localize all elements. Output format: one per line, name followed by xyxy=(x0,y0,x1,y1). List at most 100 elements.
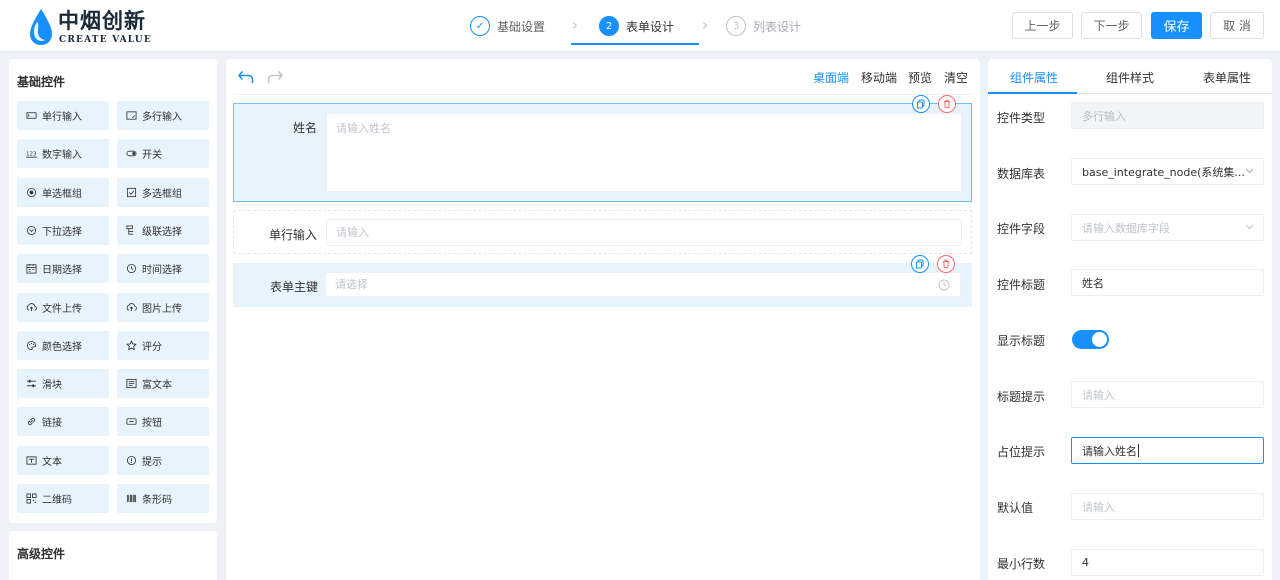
single-line-input[interactable]: 请输入 xyxy=(326,219,962,246)
title-hint-input[interactable]: 请输入 xyxy=(1071,381,1264,408)
svg-text:123: 123 xyxy=(26,152,37,158)
step-check-icon: ✓ xyxy=(470,16,490,36)
palette-item[interactable]: 级联选择 xyxy=(117,215,209,245)
palette-item[interactable]: 二维码 xyxy=(17,484,109,513)
show-title-switch[interactable] xyxy=(1072,330,1109,349)
palette-item[interactable]: 提示 xyxy=(117,445,209,475)
default-value-input[interactable]: 请输入 xyxy=(1071,493,1264,520)
palette-item[interactable]: 开关 xyxy=(117,139,209,169)
palette-item[interactable]: 单行输入 xyxy=(17,101,109,130)
step-label: 列表设计 xyxy=(753,19,802,34)
palette-item-label: 多选框组 xyxy=(142,188,182,200)
palette-item-label: 链接 xyxy=(42,418,62,430)
name-textarea[interactable]: 请输入姓名 xyxy=(326,113,962,192)
palette-item-label: 下拉选择 xyxy=(42,226,82,238)
primary-key-select[interactable]: 请选择 xyxy=(325,272,961,297)
palette-item-label: 条形码 xyxy=(142,495,172,506)
palette-item-label: 文本 xyxy=(42,456,62,468)
cancel-button[interactable]: 取 消 xyxy=(1210,12,1264,39)
trash-icon xyxy=(943,259,949,269)
link-icon xyxy=(27,418,36,426)
field-label: 表单主键 xyxy=(269,280,318,294)
palette-item[interactable]: 滑块 xyxy=(17,369,109,399)
palette-item[interactable]: 日期选择 xyxy=(17,254,109,284)
step-list-design[interactable]: 3 列表设计 xyxy=(726,14,801,38)
upload-icon xyxy=(26,302,37,311)
switch-knob xyxy=(1092,332,1107,347)
prop-label: 控件类型 xyxy=(997,111,1046,125)
palette-item[interactable]: 多行输入 xyxy=(117,101,209,130)
clear-button[interactable]: 清空 xyxy=(944,69,968,86)
form-field-single-input[interactable]: 单行输入 请输入 xyxy=(233,210,972,254)
prop-label: 占位提示 xyxy=(997,445,1046,459)
input-value: 请输入姓名 xyxy=(1082,444,1137,458)
palette-item[interactable]: 富文本 xyxy=(117,369,209,399)
field-label: 单行输入 xyxy=(268,228,317,242)
chevron-down-icon xyxy=(1245,168,1254,174)
tab-component-style[interactable]: 组件样式 xyxy=(1106,69,1154,86)
copy-field-button[interactable] xyxy=(912,95,930,113)
palette-item[interactable]: 图片上传 xyxy=(117,292,209,322)
preview-button[interactable]: 预览 xyxy=(908,69,932,86)
palette-item-label: 图片上传 xyxy=(142,303,182,315)
palette-item[interactable]: 文本 xyxy=(17,445,109,475)
prop-label: 默认值 xyxy=(997,501,1034,515)
palette-item[interactable]: 条形码 xyxy=(117,484,209,513)
tab-form-props[interactable]: 表单属性 xyxy=(1203,69,1251,86)
palette-item-label: 二维码 xyxy=(42,495,72,506)
palette-item[interactable]: 颜色选择 xyxy=(17,330,109,360)
basic-controls-title: 基础控件 xyxy=(17,75,66,89)
palette-item[interactable]: 按钮 xyxy=(117,407,209,437)
desktop-view-button[interactable]: 桌面端 xyxy=(813,69,849,86)
step-number: 3 xyxy=(726,16,746,36)
copy-field-button[interactable] xyxy=(911,255,929,273)
palette-item[interactable]: 123 数字输入 xyxy=(17,139,109,169)
prop-label: 控件字段 xyxy=(997,222,1046,236)
brand-name-cn: 中烟创新 xyxy=(58,8,146,33)
cascader-icon xyxy=(126,225,134,235)
placeholder-hint-input[interactable]: 请输入姓名 xyxy=(1071,437,1264,464)
control-title-input[interactable]: 姓名 xyxy=(1071,269,1264,296)
toolbar-divider xyxy=(233,94,973,95)
next-step-button[interactable]: 下一步 xyxy=(1081,12,1142,39)
copy-icon xyxy=(916,259,924,269)
palette-item[interactable]: 多选框组 xyxy=(117,177,209,207)
step-form-design[interactable]: 2 表单设计 xyxy=(599,14,674,38)
form-field-name[interactable]: 姓名 请输入姓名 xyxy=(233,95,972,202)
save-button[interactable]: 保存 xyxy=(1151,12,1202,39)
palette-item-label: 滑块 xyxy=(42,380,62,392)
select-value: base_integrate_node(系统集... xyxy=(1082,165,1245,179)
palette-item-label: 单选框组 xyxy=(42,188,82,200)
delete-field-button[interactable] xyxy=(937,255,955,273)
min-rows-input[interactable]: 4 xyxy=(1071,549,1264,576)
chevron-down-icon xyxy=(1245,224,1254,230)
palette-item[interactable]: 下拉选择 xyxy=(17,215,109,245)
palette-item[interactable]: 单选框组 xyxy=(17,177,109,207)
delete-field-button[interactable] xyxy=(938,95,956,113)
db-table-select[interactable]: base_integrate_node(系统集... xyxy=(1071,158,1264,185)
copy-icon xyxy=(917,99,925,109)
prop-label: 数据库表 xyxy=(997,167,1046,181)
palette-item-label: 开关 xyxy=(142,150,162,162)
tab-component-props[interactable]: 组件属性 xyxy=(1010,69,1058,86)
palette-item-label: 数字输入 xyxy=(42,150,82,162)
undo-icon[interactable] xyxy=(237,68,255,86)
star-icon xyxy=(126,340,137,350)
palette-item[interactable]: 评分 xyxy=(117,330,209,360)
number-input-icon: 123 xyxy=(26,152,37,158)
step-label: 基础设置 xyxy=(497,19,546,34)
mobile-view-button[interactable]: 移动端 xyxy=(861,69,897,86)
step-basic-settings[interactable]: ✓ 基础设置 xyxy=(470,14,545,38)
redo-icon[interactable] xyxy=(266,68,284,86)
water-drop-logo-icon xyxy=(30,9,52,45)
prev-step-button[interactable]: 上一步 xyxy=(1012,12,1073,39)
basic-controls-panel: 基础控件 单行输入 多行输入 123 数字输入 开关单选框组 多选框组下拉选择 级联选择 日期… xyxy=(9,59,217,523)
palette-item[interactable]: 链接 xyxy=(17,407,109,437)
db-field-select[interactable]: 请输入数据库字段 xyxy=(1071,214,1264,241)
prop-label: 显示标题 xyxy=(997,334,1046,348)
palette-item[interactable]: 文件上传 xyxy=(17,292,109,322)
form-field-primary-key[interactable]: 表单主键 请选择 xyxy=(233,255,972,307)
checkbox-icon xyxy=(126,187,137,197)
text-cursor xyxy=(1138,444,1139,457)
palette-item[interactable]: 时间选择 xyxy=(117,254,209,284)
